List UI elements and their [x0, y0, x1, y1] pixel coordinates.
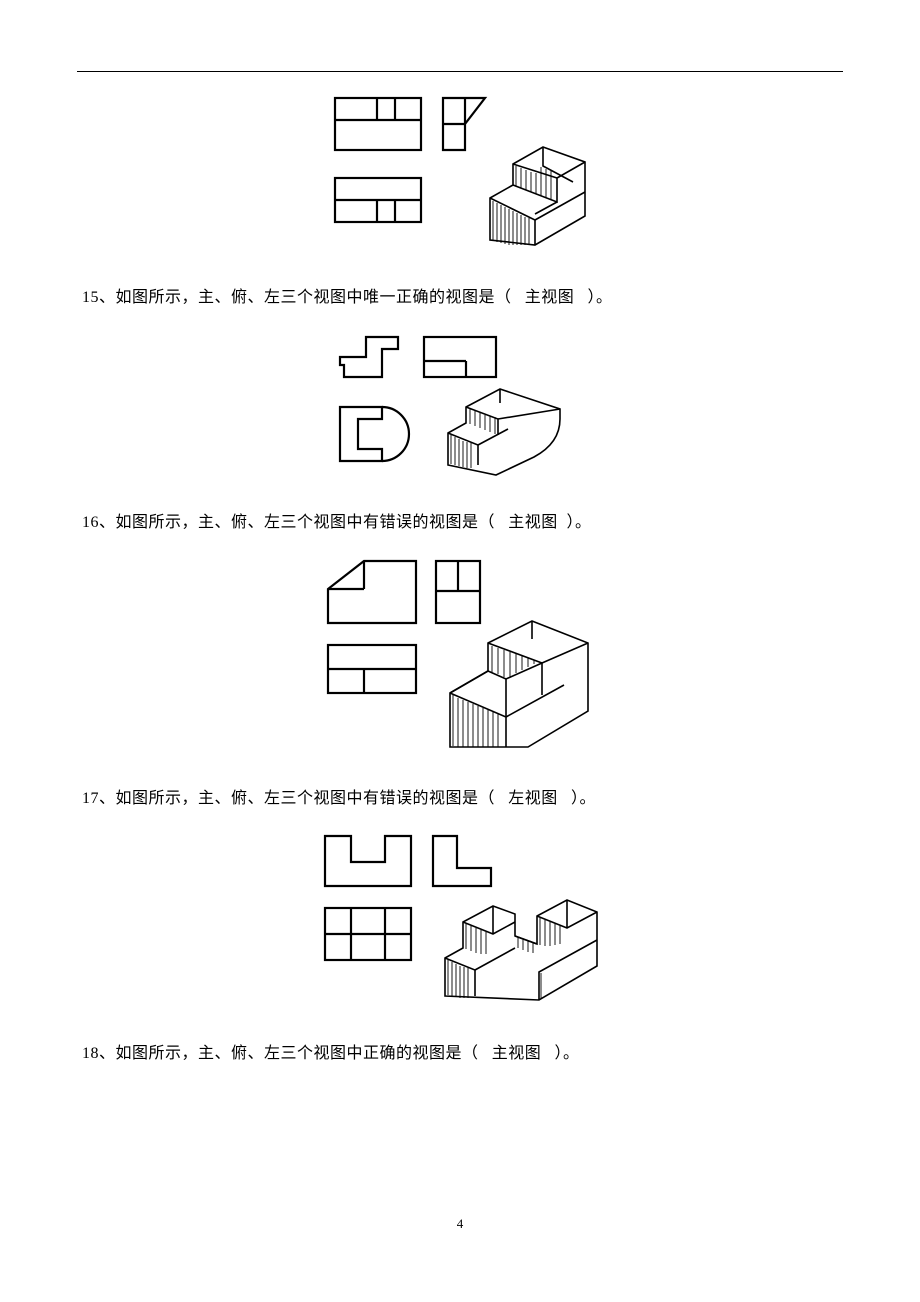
figure-q17-svg [315, 826, 605, 1016]
q15-answer: 主视图 [521, 283, 579, 313]
q18-prefix: 、如图所示，主、俯、左三个视图中正确的视图是（ [99, 1045, 479, 1062]
q16-prefix: 、如图所示，主、俯、左三个视图中有错误的视图是（ [99, 514, 495, 531]
question-18: 18、如图所示，主、俯、左三个视图中正确的视图是（ 主视图 ）。 [82, 1039, 838, 1069]
q15-num: 15 [82, 289, 99, 306]
header-rule [77, 71, 843, 72]
q17-answer: 左视图 [504, 784, 562, 814]
q17-num: 17 [82, 790, 99, 807]
question-17: 17、如图所示，主、俯、左三个视图中有错误的视图是（ 左视图 ）。 [82, 784, 838, 814]
question-16: 16、如图所示，主、俯、左三个视图中有错误的视图是（ 主视图 ）。 [82, 508, 838, 538]
figure-q15-svg [328, 325, 593, 485]
q18-num: 18 [82, 1045, 99, 1062]
q17-prefix: 、如图所示，主、俯、左三个视图中有错误的视图是（ [99, 790, 495, 807]
figure-q17 [82, 826, 838, 1021]
question-15: 15、如图所示，主、俯、左三个视图中唯一正确的视图是（ 主视图 ）。 [82, 283, 838, 313]
figure-q14 [82, 90, 838, 265]
q16-answer: 主视图 [504, 508, 562, 538]
q16-suffix: ）。 [567, 514, 592, 531]
q15-prefix: 、如图所示，主、俯、左三个视图中唯一正确的视图是（ [99, 289, 512, 306]
figure-q15 [82, 325, 838, 490]
q16-num: 16 [82, 514, 99, 531]
figure-q16 [82, 551, 838, 766]
q18-answer: 主视图 [488, 1039, 546, 1069]
q15-suffix: ）。 [588, 289, 613, 306]
figure-q14-svg [325, 90, 595, 260]
page-number: 4 [0, 1216, 920, 1232]
q17-suffix: ）。 [571, 790, 596, 807]
q18-suffix: ）。 [555, 1045, 580, 1062]
figure-q16-svg [320, 551, 600, 761]
page-content: 15、如图所示，主、俯、左三个视图中唯一正确的视图是（ 主视图 ）。 [82, 90, 838, 1082]
